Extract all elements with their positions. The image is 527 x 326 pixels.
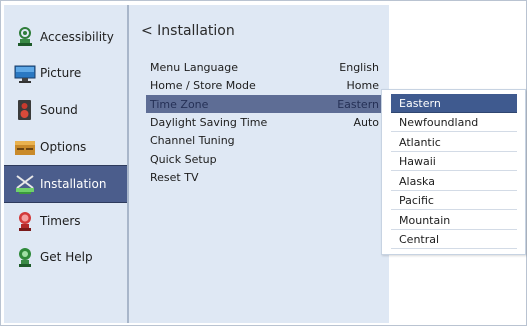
sidebar: Accessibility Picture Sound Options Inst… xyxy=(4,5,127,323)
menu-item-time-zone[interactable]: Time Zone Eastern xyxy=(146,95,383,113)
menu-item-reset-tv[interactable]: Reset TV xyxy=(146,168,383,186)
menu-item-label: Time Zone xyxy=(150,97,209,111)
sidebar-item-options[interactable]: Options xyxy=(4,129,127,165)
menu-item-home-store-mode[interactable]: Home / Store Mode Home xyxy=(146,76,383,94)
picture-icon xyxy=(14,62,36,84)
menu-item-label: Channel Tuning xyxy=(150,133,235,147)
menu-item-label: Daylight Saving Time xyxy=(150,115,268,129)
sidebar-item-timers[interactable]: Timers xyxy=(4,203,127,239)
sidebar-item-label: Get Help xyxy=(40,250,93,264)
menu-item-label: Home / Store Mode xyxy=(150,78,256,92)
dropdown-option-alaska[interactable]: Alaska xyxy=(391,172,517,191)
sidebar-item-accessibility[interactable]: Accessibility xyxy=(4,19,127,55)
menu-item-channel-tuning[interactable]: Channel Tuning xyxy=(146,131,383,149)
dropdown-option-hawaii[interactable]: Hawaii xyxy=(391,152,517,171)
menu-item-quick-setup[interactable]: Quick Setup xyxy=(146,150,383,168)
sidebar-item-label: Accessibility xyxy=(40,30,114,44)
menu-item-daylight-saving-time[interactable]: Daylight Saving Time Auto xyxy=(146,113,383,131)
menu-item-menu-language[interactable]: Menu Language English xyxy=(146,58,383,76)
installation-icon xyxy=(14,173,36,195)
sidebar-item-label: Options xyxy=(40,140,87,154)
sidebar-item-label: Sound xyxy=(40,103,78,117)
dropdown-option-eastern[interactable]: Eastern xyxy=(391,94,517,113)
options-icon xyxy=(14,136,36,158)
menu-item-value: Auto xyxy=(353,115,379,129)
dropdown-option-pacific[interactable]: Pacific xyxy=(391,191,517,210)
dropdown-option-newfoundland[interactable]: Newfoundland xyxy=(391,113,517,132)
tv-menu-window: Accessibility Picture Sound Options Inst… xyxy=(0,0,527,326)
menu-item-label: Quick Setup xyxy=(150,152,217,166)
menu-item-value: English xyxy=(339,60,379,74)
installation-panel: < Installation Menu Language English Hom… xyxy=(129,5,389,323)
sidebar-item-installation[interactable]: Installation xyxy=(4,165,127,203)
menu-item-value: Home xyxy=(346,78,379,92)
timers-icon xyxy=(14,210,36,232)
sound-icon xyxy=(14,99,36,121)
menu-item-label: Menu Language xyxy=(150,60,238,74)
sidebar-item-label: Timers xyxy=(40,214,81,228)
page-title[interactable]: < Installation xyxy=(141,23,235,39)
get-help-icon xyxy=(14,246,36,268)
dropdown-option-mountain[interactable]: Mountain xyxy=(391,211,517,230)
sidebar-item-get-help[interactable]: Get Help xyxy=(4,239,127,275)
time-zone-dropdown: Eastern Newfoundland Atlantic Hawaii Ala… xyxy=(381,89,526,255)
dropdown-option-atlantic[interactable]: Atlantic xyxy=(391,133,517,152)
menu-item-label: Reset TV xyxy=(150,170,199,184)
dropdown-option-central[interactable]: Central xyxy=(391,230,517,249)
sidebar-item-label: Installation xyxy=(40,177,107,191)
sidebar-item-sound[interactable]: Sound xyxy=(4,92,127,128)
sidebar-item-picture[interactable]: Picture xyxy=(4,55,127,91)
sidebar-item-label: Picture xyxy=(40,66,82,80)
menu-item-value: Eastern xyxy=(337,97,379,111)
accessibility-icon xyxy=(14,26,36,48)
